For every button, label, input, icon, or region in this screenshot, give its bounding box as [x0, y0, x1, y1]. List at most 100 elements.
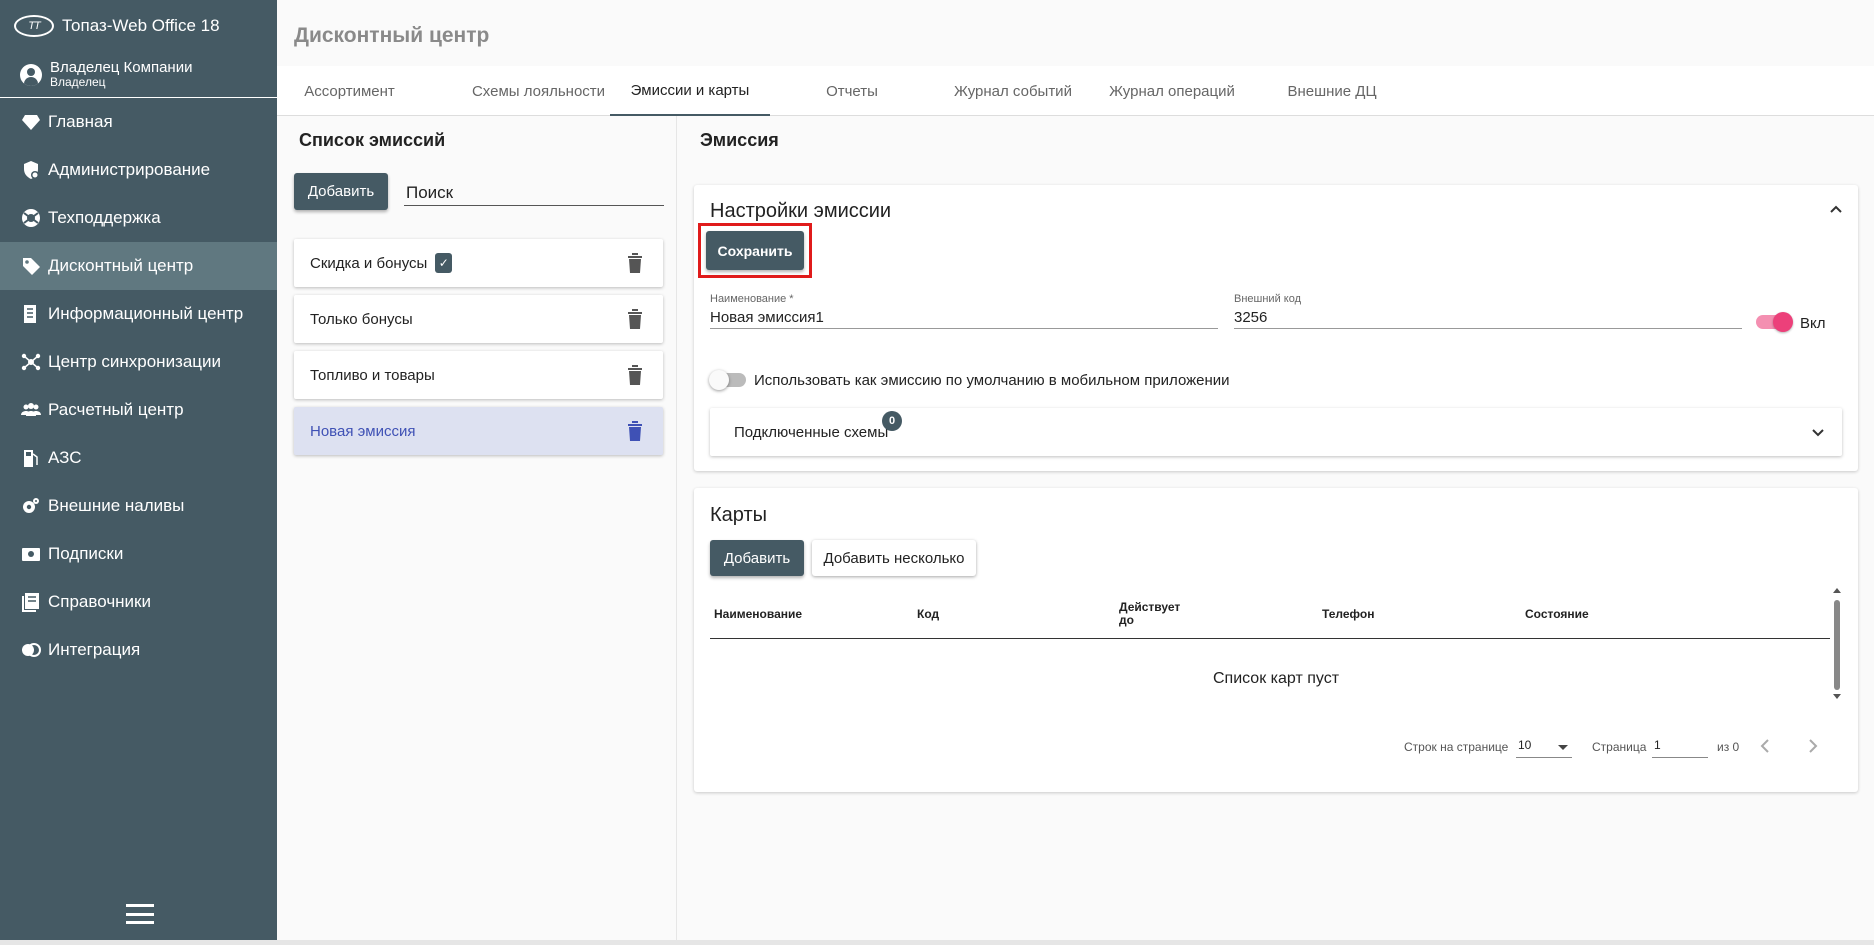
- trash-icon[interactable]: [627, 309, 643, 329]
- add-card-button[interactable]: Добавить: [710, 540, 804, 576]
- trash-icon[interactable]: [627, 421, 643, 441]
- sidebar-item-sync-center[interactable]: Центр синхронизации: [0, 338, 277, 386]
- horizontal-scrollbar[interactable]: [0, 940, 1874, 945]
- integration-icon: [20, 639, 42, 661]
- user-profile[interactable]: Владелец Компании Владелец: [0, 52, 277, 98]
- column-header-status[interactable]: Состояние: [1525, 608, 1589, 621]
- emission-name: Скидка и бонусы: [310, 254, 428, 272]
- chevron-right-icon[interactable]: [1806, 738, 1820, 754]
- account-icon: [20, 63, 42, 86]
- gear-icon: [20, 495, 42, 517]
- tab-event-log[interactable]: Журнал событий: [934, 66, 1092, 116]
- scrollbar-thumb[interactable]: [1834, 600, 1840, 690]
- dropdown-arrow-icon: [1558, 745, 1568, 750]
- lifebuoy-icon: [20, 207, 42, 229]
- app-logo: TT: [14, 15, 54, 37]
- search-input[interactable]: Поиск: [404, 176, 664, 206]
- add-emission-button[interactable]: Добавить: [294, 173, 388, 210]
- column-header-code[interactable]: Код: [917, 608, 939, 621]
- sidebar-item-label: Подписки: [48, 544, 124, 563]
- name-input[interactable]: Новая эмиссия1: [710, 305, 1218, 329]
- sidebar-item-gas-station[interactable]: АЗС: [0, 434, 277, 482]
- tab-operations-log[interactable]: Журнал операций: [1092, 66, 1252, 116]
- connected-schemes-label: Подключенные схемы: [734, 424, 889, 441]
- add-multiple-cards-button[interactable]: Добавить несколько: [812, 540, 976, 576]
- code-label: Внешний код: [1234, 293, 1302, 305]
- column-header-valid-until[interactable]: Действует до: [1119, 601, 1189, 627]
- sidebar-item-subscriptions[interactable]: Подписки: [0, 530, 277, 578]
- sidebar-item-support[interactable]: Техподдержка: [0, 194, 277, 242]
- subscription-icon: [20, 543, 42, 565]
- diamond-icon: [20, 111, 42, 133]
- cards-title: Карты: [710, 504, 767, 526]
- sidebar-item-label: Внешние наливы: [48, 496, 185, 515]
- column-header-name[interactable]: Наименование: [714, 608, 802, 621]
- emission-name: Новая эмиссия: [310, 422, 416, 440]
- chevron-up-icon[interactable]: [1828, 201, 1844, 217]
- rows-per-page-value: 10: [1518, 738, 1532, 752]
- sidebar-item-external-fills[interactable]: Внешние наливы: [0, 482, 277, 530]
- cards-card: Карты Добавить Добавить несколько Наимен…: [694, 488, 1858, 792]
- rows-per-page-label: Строк на странице: [1404, 740, 1509, 754]
- trash-icon[interactable]: [627, 365, 643, 385]
- tab-reports[interactable]: Отчеты: [770, 66, 934, 116]
- sidebar-item-admin[interactable]: Администрирование: [0, 146, 277, 194]
- sidebar-item-directories[interactable]: Справочники: [0, 578, 277, 626]
- sidebar-item-label: Интеграция: [48, 640, 141, 659]
- enabled-label: Вкл: [1800, 315, 1826, 332]
- scroll-down-icon[interactable]: [1833, 694, 1841, 699]
- default-mobile-label: Использовать как эмиссию по умолчанию в …: [754, 372, 1230, 389]
- sidebar-item-label: Техподдержка: [48, 208, 161, 227]
- user-role: Владелец: [50, 75, 106, 89]
- connected-schemes-panel[interactable]: Подключенные схемы 0: [710, 408, 1842, 456]
- sidebar-item-discount-center[interactable]: Дисконтный центр: [0, 242, 277, 290]
- document-icon: [20, 303, 42, 325]
- app-header: TT Топаз-Web Office 18: [0, 0, 277, 52]
- people-icon: [20, 399, 42, 421]
- scroll-up-icon[interactable]: [1833, 588, 1841, 593]
- emission-list-panel: Список эмиссий Добавить Поиск Скидка и б…: [277, 116, 677, 940]
- sidebar-item-settlement-center[interactable]: Расчетный центр: [0, 386, 277, 434]
- chevron-left-icon[interactable]: [1758, 738, 1772, 754]
- list-item[interactable]: Топливо и товары: [294, 351, 663, 399]
- sidebar-item-main[interactable]: Главная: [0, 98, 277, 146]
- sidebar-item-label: Администрирование: [48, 160, 211, 179]
- list-item[interactable]: Только бонусы: [294, 295, 663, 343]
- sidebar-item-label: Справочники: [48, 592, 151, 611]
- sidebar: TT Топаз-Web Office 18 Владелец Компании…: [0, 0, 277, 940]
- sidebar-item-label: Дисконтный центр: [48, 256, 194, 275]
- rows-per-page-select[interactable]: 10: [1516, 738, 1572, 758]
- trash-icon[interactable]: [627, 253, 643, 273]
- menu-icon[interactable]: [126, 904, 154, 924]
- page-title: Дисконтный центр: [294, 24, 490, 47]
- table-scrollbar[interactable]: [1832, 588, 1842, 700]
- chevron-down-icon[interactable]: [1810, 425, 1826, 441]
- emission-title: Эмиссия: [700, 130, 779, 150]
- sidebar-item-label: АЗС: [48, 448, 82, 467]
- schemes-count-badge: 0: [882, 411, 902, 431]
- sidebar-item-label: Расчетный центр: [48, 400, 184, 419]
- tab-assortment[interactable]: Ассортимент: [277, 66, 422, 116]
- sidebar-item-label: Главная: [48, 112, 113, 131]
- list-item-selected[interactable]: Новая эмиссия: [294, 407, 663, 455]
- emission-list-title: Список эмиссий: [299, 130, 446, 150]
- clipboard-check-icon: ✓: [435, 253, 453, 273]
- emission-name: Только бонусы: [310, 310, 413, 328]
- tab-emissions-cards[interactable]: Эмиссии и карты: [610, 66, 770, 116]
- name-field[interactable]: Наименование * Новая эмиссия1: [710, 293, 1218, 329]
- sidebar-item-info-center[interactable]: Информационный центр: [0, 290, 277, 338]
- column-header-phone[interactable]: Телефон: [1322, 608, 1374, 621]
- save-button[interactable]: Сохранить: [706, 231, 804, 270]
- default-mobile-toggle[interactable]: [709, 370, 746, 390]
- tab-external-dc[interactable]: Внешние ДЦ: [1252, 66, 1412, 116]
- enabled-toggle[interactable]: [1756, 312, 1793, 332]
- save-highlight: Сохранить: [698, 223, 812, 278]
- code-input[interactable]: 3256: [1234, 305, 1742, 329]
- admin-shield-icon: [20, 159, 42, 181]
- book-icon: [20, 591, 42, 613]
- code-field[interactable]: Внешний код 3256: [1234, 293, 1742, 329]
- sidebar-item-integration[interactable]: Интеграция: [0, 626, 277, 674]
- table-header-divider: [710, 638, 1830, 639]
- list-item[interactable]: Скидка и бонусы ✓: [294, 239, 663, 287]
- page-input[interactable]: 1: [1652, 738, 1708, 758]
